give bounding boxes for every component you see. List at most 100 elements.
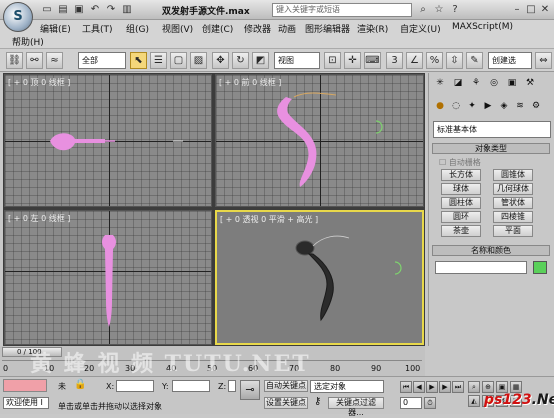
- motion-tab-icon[interactable]: ◎: [487, 76, 501, 90]
- object-color-swatch[interactable]: [533, 261, 547, 274]
- systems-icon[interactable]: ⚙: [529, 99, 543, 113]
- menu-help[interactable]: 帮助(H): [12, 35, 44, 48]
- select-and-link-icon[interactable]: ⛓: [6, 52, 23, 69]
- shapes-icon[interactable]: ◌: [449, 99, 463, 113]
- key-filters-button[interactable]: 关键点过滤器...: [328, 397, 384, 417]
- plane-button[interactable]: 平面: [493, 225, 533, 237]
- search-icon[interactable]: ⌕: [416, 3, 430, 16]
- reference-coordinate-dropdown[interactable]: 视图: [274, 52, 320, 69]
- current-frame-field[interactable]: 0: [400, 397, 422, 409]
- menu-maxscript[interactable]: MAXScript(M): [452, 22, 513, 32]
- angle-snap-icon[interactable]: ∠: [406, 52, 423, 69]
- select-and-scale-icon[interactable]: ◩: [252, 52, 269, 69]
- open-file-icon[interactable]: ▤: [56, 3, 70, 16]
- helpers-icon[interactable]: ◈: [497, 99, 511, 113]
- percent-snap-icon[interactable]: %: [426, 52, 443, 69]
- keyboard-shortcut-override-icon[interactable]: ⌨: [364, 52, 381, 69]
- menu-tools[interactable]: 工具(T): [82, 22, 113, 35]
- communication-icon[interactable]: ☆: [432, 3, 446, 16]
- name-and-color-rollout[interactable]: 名称和颜色: [432, 245, 550, 256]
- set-key-button[interactable]: 设置关键点: [264, 397, 308, 409]
- help-icon[interactable]: ?: [448, 3, 462, 16]
- object-shape-front[interactable]: [216, 75, 424, 207]
- x-coordinate-field[interactable]: [116, 380, 154, 392]
- pivot-center-icon[interactable]: ⊡: [324, 52, 341, 69]
- undo-icon[interactable]: ↶: [88, 3, 102, 16]
- geometry-icon[interactable]: ●: [433, 99, 447, 113]
- maximize-icon[interactable]: □: [524, 3, 538, 16]
- key-mode-icon[interactable]: ⊸: [240, 380, 260, 400]
- select-and-manipulate-icon[interactable]: ✛: [344, 52, 361, 69]
- search-input[interactable]: 键入关键字或短语: [272, 3, 412, 17]
- edit-named-selection-icon[interactable]: ✎: [466, 52, 483, 69]
- object-name-field[interactable]: [435, 261, 527, 274]
- menu-animation[interactable]: 动画: [278, 22, 296, 35]
- cylinder-button[interactable]: 圆柱体: [441, 197, 481, 209]
- redo-icon[interactable]: ↷: [104, 3, 118, 16]
- named-selection-set-dropdown[interactable]: 创建选: [488, 52, 532, 69]
- lock-selection-icon[interactable]: 🔒: [74, 379, 86, 390]
- viewport-left[interactable]: [ + 0 左 0 线框 ]: [4, 210, 212, 345]
- previous-frame-icon[interactable]: ◀: [413, 381, 425, 393]
- app-logo-icon[interactable]: S: [3, 2, 33, 32]
- new-file-icon[interactable]: ▭: [40, 3, 54, 16]
- utilities-tab-icon[interactable]: ⚒: [523, 76, 537, 90]
- object-shape-perspective[interactable]: [217, 212, 424, 345]
- viewport-top[interactable]: [ + 0 顶 0 线框 ]: [4, 74, 212, 207]
- selection-set-dropdown[interactable]: 选定对象: [310, 380, 384, 393]
- hierarchy-tab-icon[interactable]: ⚘: [469, 76, 483, 90]
- box-button[interactable]: 长方体: [441, 169, 481, 181]
- close-icon[interactable]: ✕: [538, 3, 552, 16]
- go-to-end-icon[interactable]: ⏭: [452, 381, 464, 393]
- rectangular-selection-icon[interactable]: ▢: [170, 52, 187, 69]
- window-crossing-icon[interactable]: ▨: [190, 52, 207, 69]
- key-icon[interactable]: ⚷: [314, 396, 321, 407]
- menu-rendering[interactable]: 渲染(R): [357, 22, 388, 35]
- sphere-button[interactable]: 球体: [441, 183, 481, 195]
- torus-button[interactable]: 圆环: [441, 211, 481, 223]
- mirror-icon[interactable]: ⇔: [535, 52, 552, 69]
- modify-tab-icon[interactable]: ◪: [451, 76, 465, 90]
- time-config-icon[interactable]: ⏱: [424, 397, 436, 409]
- object-shape-top[interactable]: [5, 75, 212, 207]
- menu-modifiers[interactable]: 修改器: [244, 22, 271, 35]
- go-to-start-icon[interactable]: ⏮: [400, 381, 412, 393]
- unlink-icon[interactable]: ⚯: [26, 52, 43, 69]
- selection-filter-dropdown[interactable]: 全部: [78, 52, 126, 69]
- minimize-icon[interactable]: –: [510, 3, 524, 16]
- z-coordinate-field[interactable]: [228, 380, 236, 392]
- tube-button[interactable]: 管状体: [493, 197, 533, 209]
- snaps-toggle-icon[interactable]: 3: [386, 52, 403, 69]
- teapot-button[interactable]: 茶壶: [441, 225, 481, 237]
- cameras-icon[interactable]: ▶: [481, 99, 495, 113]
- menu-views[interactable]: 视图(V): [162, 22, 193, 35]
- menu-graph-editors[interactable]: 图形编辑器: [305, 22, 350, 35]
- select-by-name-icon[interactable]: ☰: [150, 52, 167, 69]
- field-of-view-icon[interactable]: ◭: [468, 395, 480, 407]
- select-and-move-icon[interactable]: ✥: [212, 52, 229, 69]
- autogrid-checkbox[interactable]: ☐ 自动栅格: [439, 157, 481, 168]
- geosphere-button[interactable]: 几何球体: [493, 183, 533, 195]
- select-object-icon[interactable]: ⬉: [130, 52, 147, 69]
- object-shape-left[interactable]: [5, 211, 212, 345]
- lights-icon[interactable]: ✦: [465, 99, 479, 113]
- select-and-rotate-icon[interactable]: ↻: [232, 52, 249, 69]
- menu-edit[interactable]: 编辑(E): [40, 22, 71, 35]
- spinner-snap-icon[interactable]: ⇳: [446, 52, 463, 69]
- play-icon[interactable]: ▶: [426, 381, 438, 393]
- save-file-icon[interactable]: ▣: [72, 3, 86, 16]
- menu-customize[interactable]: 自定义(U): [400, 22, 441, 35]
- viewport-front[interactable]: [ + 0 前 0 线框 ]: [215, 74, 424, 207]
- viewport-perspective[interactable]: [ + 0 透视 0 平滑 + 高光 ]: [215, 210, 424, 345]
- project-folder-icon[interactable]: ▥: [120, 3, 134, 16]
- space-warps-icon[interactable]: ≋: [513, 99, 527, 113]
- object-type-rollout[interactable]: 对象类型: [432, 143, 550, 154]
- y-coordinate-field[interactable]: [172, 380, 210, 392]
- display-tab-icon[interactable]: ▣: [505, 76, 519, 90]
- listener-field[interactable]: 欢迎使用 I: [3, 397, 49, 409]
- create-tab-icon[interactable]: ✳: [433, 76, 447, 90]
- zoom-icon[interactable]: ⌕: [468, 381, 480, 393]
- cone-button[interactable]: 圆锥体: [493, 169, 533, 181]
- maxscript-listener-mini[interactable]: [3, 379, 47, 392]
- menu-create[interactable]: 创建(C): [202, 22, 233, 35]
